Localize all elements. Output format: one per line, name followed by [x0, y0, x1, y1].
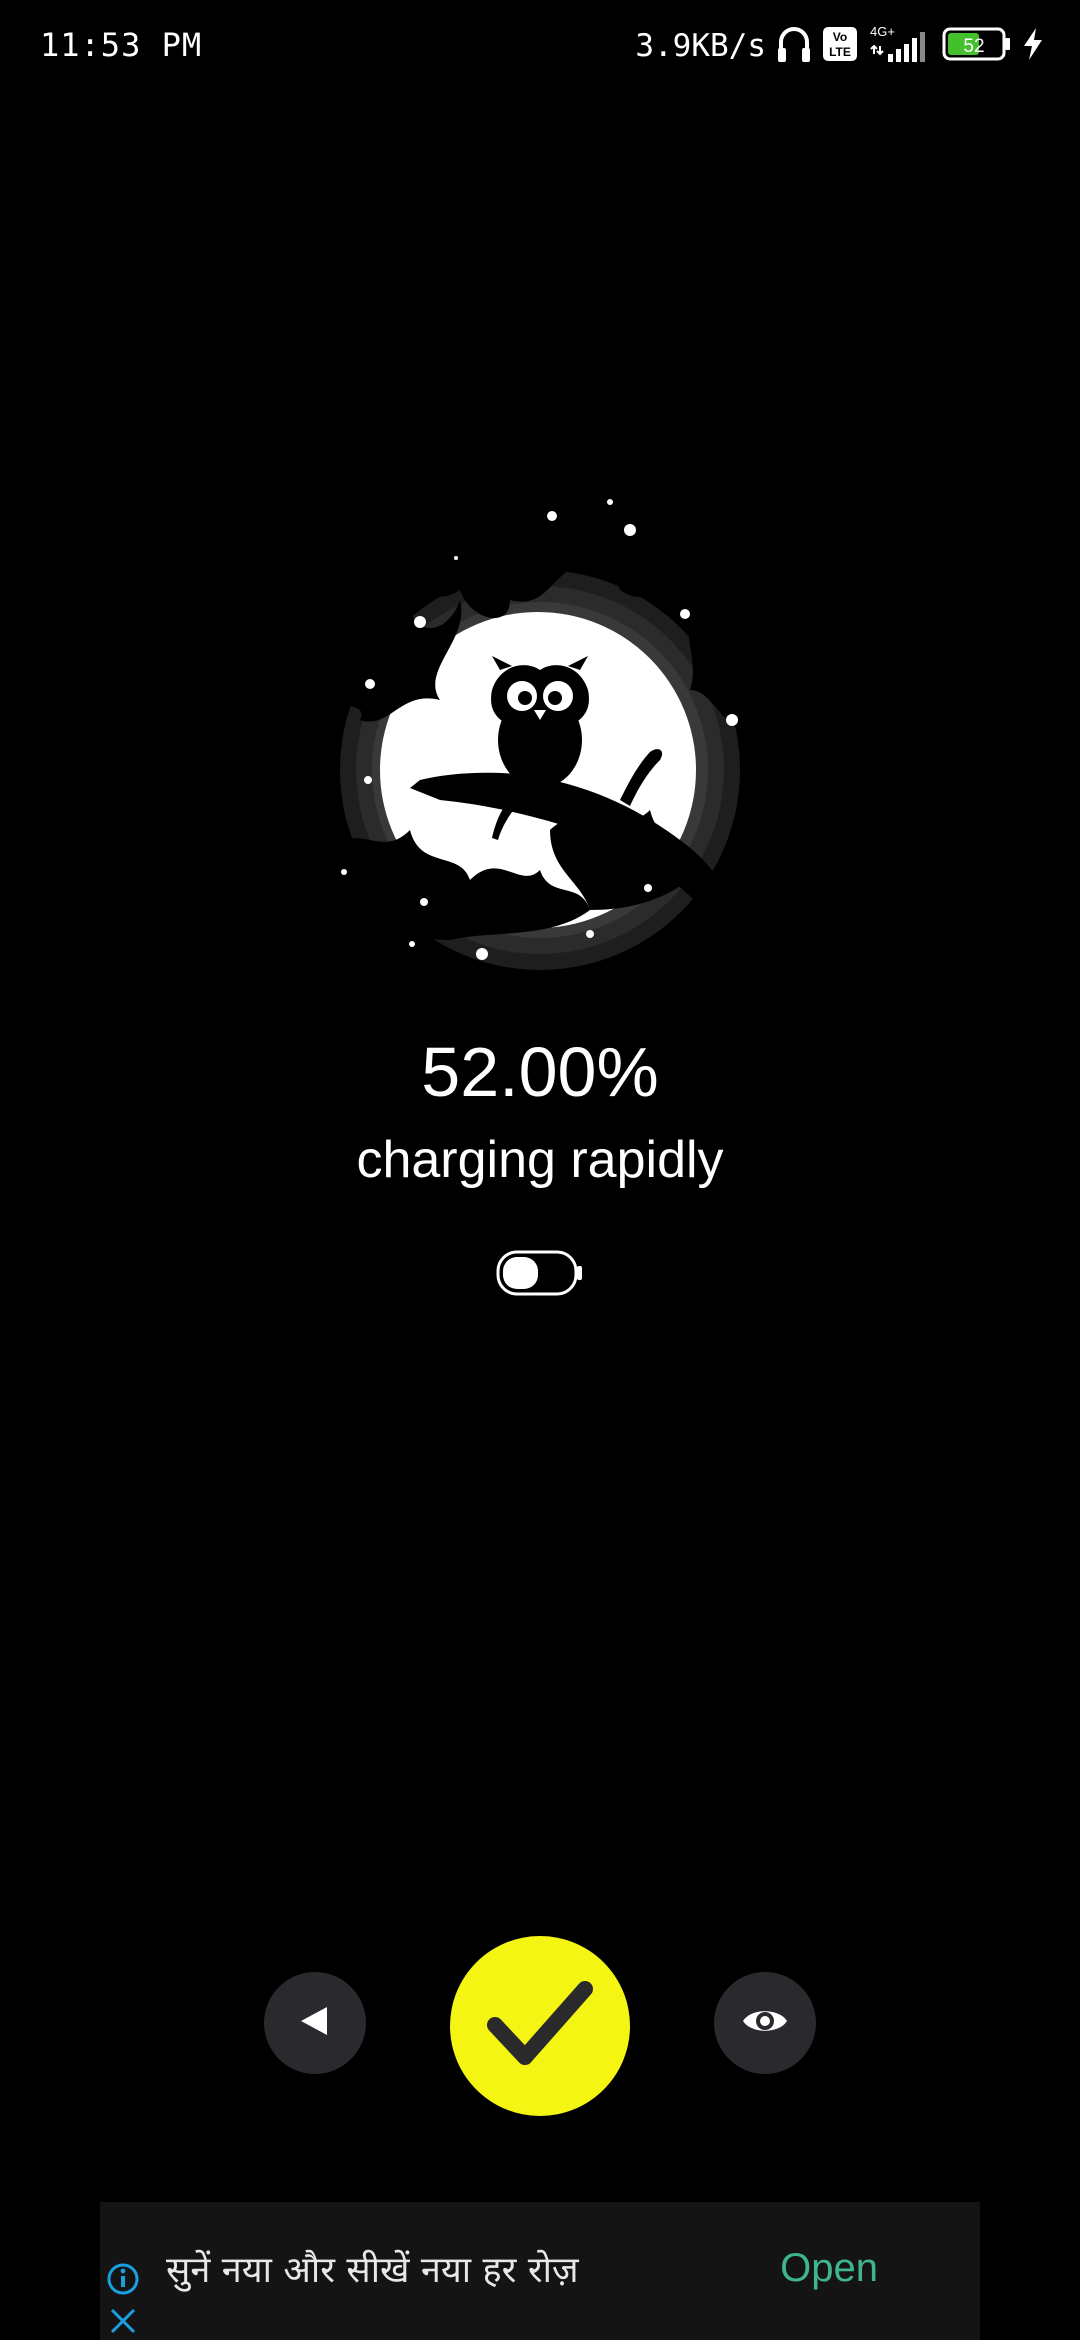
ad-banner[interactable]: सुनें नया और सीखें नया हर रोज़ Open: [100, 2202, 980, 2340]
network-speed: 3.9KB/s: [635, 28, 766, 64]
close-icon[interactable]: [108, 2306, 138, 2336]
volte-icon: Vo LTE: [822, 26, 858, 66]
back-button[interactable]: [264, 1972, 366, 2074]
status-time: 11:53 PM: [40, 26, 203, 64]
confirm-button[interactable]: [450, 1936, 630, 2116]
battery-indicator-icon: [496, 1250, 584, 1296]
preview-button[interactable]: [714, 1972, 816, 2074]
play-back-icon: [297, 2003, 333, 2043]
volte-top-label: Vo: [833, 30, 847, 44]
signal-icon: 4G+: [868, 24, 932, 68]
eye-icon: [741, 2004, 789, 2042]
status-bar: 11:53 PM 3.9KB/s Vo LTE 4G+ 52: [0, 0, 1080, 92]
charge-percent: 52.00%: [421, 1033, 659, 1111]
charge-status-text: charging rapidly: [356, 1131, 724, 1189]
ad-text: सुनें नया और सीखें नया हर रोज़: [166, 2250, 579, 2291]
info-icon[interactable]: [106, 2262, 140, 2296]
headphones-icon: [776, 24, 812, 68]
checkmark-icon: [485, 1979, 595, 2073]
battery-level-label: 52: [963, 36, 984, 57]
status-icons: 3.9KB/s Vo LTE 4G+ 52: [635, 24, 1044, 68]
ad-open-button[interactable]: Open: [780, 2246, 878, 2291]
network-type-label: 4G+: [870, 24, 895, 39]
battery-icon: 52: [942, 26, 1012, 66]
charging-bolt-icon: [1022, 27, 1044, 65]
owl-moon-illustration: [220, 470, 820, 990]
volte-bottom-label: LTE: [829, 45, 851, 59]
